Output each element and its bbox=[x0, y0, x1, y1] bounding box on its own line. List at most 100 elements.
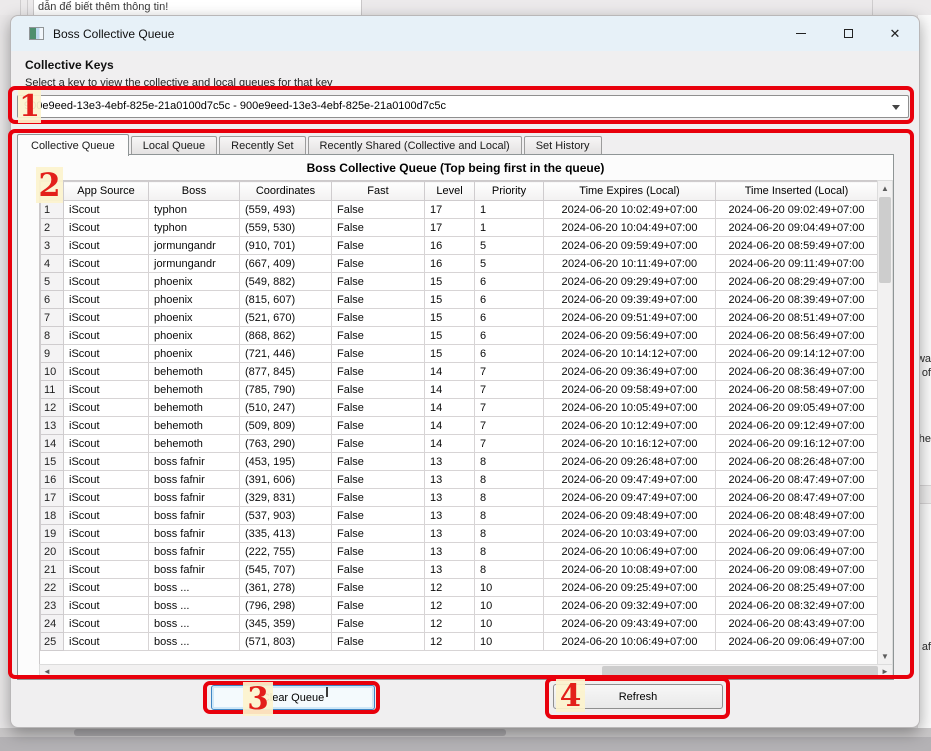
cell-row-number[interactable]: 18 bbox=[41, 507, 64, 525]
table-row[interactable]: 14iScoutbehemoth(763, 290)False1472024-0… bbox=[41, 435, 878, 453]
refresh-button[interactable]: Refresh bbox=[553, 684, 723, 709]
table-row[interactable]: 11iScoutbehemoth(785, 790)False1472024-0… bbox=[41, 381, 878, 399]
cell-time-inserted: 2024-06-20 09:02:49+07:00 bbox=[716, 201, 878, 219]
cell-row-number[interactable]: 12 bbox=[41, 399, 64, 417]
table-row[interactable]: 25iScoutboss ...(571, 803)False12102024-… bbox=[41, 633, 878, 651]
table-row[interactable]: 1iScouttyphon(559, 493)False1712024-06-2… bbox=[41, 201, 878, 219]
cell-boss: boss fafnir bbox=[149, 489, 240, 507]
maximize-button[interactable] bbox=[838, 24, 858, 44]
cell-boss: behemoth bbox=[149, 399, 240, 417]
scroll-right-icon[interactable]: ► bbox=[878, 665, 892, 678]
cell-row-number[interactable]: 2 bbox=[41, 219, 64, 237]
column-header-time-inserted[interactable]: Time Inserted (Local) bbox=[716, 182, 878, 201]
cell-row-number[interactable]: 17 bbox=[41, 489, 64, 507]
cell-row-number[interactable]: 5 bbox=[41, 273, 64, 291]
cell-row-number[interactable]: 11 bbox=[41, 381, 64, 399]
tab-recently-shared-collective-and-local[interactable]: Recently Shared (Collective and Local) bbox=[308, 136, 522, 155]
table-row[interactable]: 10iScoutbehemoth(877, 845)False1472024-0… bbox=[41, 363, 878, 381]
cell-row-number[interactable]: 24 bbox=[41, 615, 64, 633]
cell-row-number[interactable]: 16 bbox=[41, 471, 64, 489]
table-row[interactable]: 12iScoutbehemoth(510, 247)False1472024-0… bbox=[41, 399, 878, 417]
cell-row-number[interactable]: 25 bbox=[41, 633, 64, 651]
cell-time-expires: 2024-06-20 09:29:49+07:00 bbox=[544, 273, 716, 291]
clear-queue-button[interactable]: Clear Queue bbox=[211, 685, 375, 710]
cell-fast: False bbox=[332, 453, 425, 471]
scroll-down-icon[interactable]: ▼ bbox=[878, 649, 892, 664]
titlebar[interactable]: Boss Collective Queue ✕ bbox=[11, 16, 919, 51]
cell-time-inserted: 2024-06-20 08:47:49+07:00 bbox=[716, 471, 878, 489]
table-row[interactable]: 2iScouttyphon(559, 530)False1712024-06-2… bbox=[41, 219, 878, 237]
table-row[interactable]: 22iScoutboss ...(361, 278)False12102024-… bbox=[41, 579, 878, 597]
column-header-time-expires[interactable]: Time Expires (Local) bbox=[544, 182, 716, 201]
table-row[interactable]: 4iScoutjormungandr(667, 409)False1652024… bbox=[41, 255, 878, 273]
column-header-priority[interactable]: Priority bbox=[475, 182, 544, 201]
cell-row-number[interactable]: 21 bbox=[41, 561, 64, 579]
table-row[interactable]: 8iScoutphoenix(868, 862)False1562024-06-… bbox=[41, 327, 878, 345]
cell-row-number[interactable]: 6 bbox=[41, 291, 64, 309]
table-row[interactable]: 7iScoutphoenix(521, 670)False1562024-06-… bbox=[41, 309, 878, 327]
column-header-fast[interactable]: Fast bbox=[332, 182, 425, 201]
cell-row-number[interactable]: 23 bbox=[41, 597, 64, 615]
cell-row-number[interactable]: 3 bbox=[41, 237, 64, 255]
tab-local-queue[interactable]: Local Queue bbox=[131, 136, 217, 155]
cell-time-inserted: 2024-06-20 09:12:49+07:00 bbox=[716, 417, 878, 435]
scroll-left-icon[interactable]: ◄ bbox=[40, 665, 54, 678]
cell-row-number[interactable]: 4 bbox=[41, 255, 64, 273]
table-row[interactable]: 13iScoutbehemoth(509, 809)False1472024-0… bbox=[41, 417, 878, 435]
cell-priority: 10 bbox=[475, 633, 544, 651]
column-header-boss[interactable]: Boss bbox=[149, 182, 240, 201]
column-header-coordinates[interactable]: Coordinates bbox=[240, 182, 332, 201]
cell-row-number[interactable]: 9 bbox=[41, 345, 64, 363]
maximize-icon bbox=[844, 29, 853, 38]
table-row[interactable]: 15iScoutboss fafnir(453, 195)False138202… bbox=[41, 453, 878, 471]
table-row[interactable]: 18iScoutboss fafnir(537, 903)False138202… bbox=[41, 507, 878, 525]
horizontal-scrollbar-thumb[interactable] bbox=[602, 666, 878, 677]
table-row[interactable]: 16iScoutboss fafnir(391, 606)False138202… bbox=[41, 471, 878, 489]
table-row[interactable]: 3iScoutjormungandr(910, 701)False1652024… bbox=[41, 237, 878, 255]
table-row[interactable]: 17iScoutboss fafnir(329, 831)False138202… bbox=[41, 489, 878, 507]
table-row[interactable]: 9iScoutphoenix(721, 446)False1562024-06-… bbox=[41, 345, 878, 363]
collective-key-dropdown[interactable]: 900e9eed-13e3-4ebf-825e-21a0100d7c5c - 9… bbox=[17, 95, 909, 118]
tab-collective-queue[interactable]: Collective Queue bbox=[17, 134, 129, 156]
table-row[interactable]: 5iScoutphoenix(549, 882)False1562024-06-… bbox=[41, 273, 878, 291]
cell-coordinates: (391, 606) bbox=[240, 471, 332, 489]
table-row[interactable]: 6iScoutphoenix(815, 607)False1562024-06-… bbox=[41, 291, 878, 309]
table-row[interactable]: 23iScoutboss ...(796, 298)False12102024-… bbox=[41, 597, 878, 615]
cell-row-number[interactable]: 22 bbox=[41, 579, 64, 597]
cell-priority: 6 bbox=[475, 273, 544, 291]
column-header-app-source[interactable]: App Source bbox=[64, 182, 149, 201]
table-row[interactable]: 20iScoutboss fafnir(222, 755)False138202… bbox=[41, 543, 878, 561]
tab-set-history[interactable]: Set History bbox=[524, 136, 602, 155]
scroll-up-icon[interactable]: ▲ bbox=[878, 181, 892, 196]
cell-level: 15 bbox=[425, 291, 475, 309]
cell-row-number[interactable]: 1 bbox=[41, 201, 64, 219]
cell-row-number[interactable]: 7 bbox=[41, 309, 64, 327]
vertical-scrollbar-thumb[interactable] bbox=[879, 197, 891, 283]
background-divider bbox=[20, 0, 21, 15]
cell-coordinates: (571, 803) bbox=[240, 633, 332, 651]
cell-fast: False bbox=[332, 309, 425, 327]
cell-row-number[interactable]: 10 bbox=[41, 363, 64, 381]
table-row[interactable]: 19iScoutboss fafnir(335, 413)False138202… bbox=[41, 525, 878, 543]
cell-time-expires: 2024-06-20 09:47:49+07:00 bbox=[544, 471, 716, 489]
column-header-level[interactable]: Level bbox=[425, 182, 475, 201]
tab-recently-set[interactable]: Recently Set bbox=[219, 136, 305, 155]
collective-queue-tab-panel: Boss Collective Queue (Top being first i… bbox=[17, 154, 894, 680]
minimize-button[interactable] bbox=[791, 24, 811, 44]
cell-row-number[interactable]: 19 bbox=[41, 525, 64, 543]
corner-header-cell[interactable] bbox=[41, 182, 64, 201]
cell-row-number[interactable]: 13 bbox=[41, 417, 64, 435]
cell-fast: False bbox=[332, 363, 425, 381]
table-row[interactable]: 21iScoutboss fafnir(545, 707)False138202… bbox=[41, 561, 878, 579]
cell-row-number[interactable]: 15 bbox=[41, 453, 64, 471]
cell-time-expires: 2024-06-20 09:47:49+07:00 bbox=[544, 489, 716, 507]
table-row[interactable]: 24iScoutboss ...(345, 359)False12102024-… bbox=[41, 615, 878, 633]
vertical-scrollbar[interactable]: ▲ ▼ bbox=[877, 180, 893, 665]
cell-row-number[interactable]: 20 bbox=[41, 543, 64, 561]
cell-row-number[interactable]: 14 bbox=[41, 435, 64, 453]
background-scrollbar-thumb[interactable] bbox=[74, 729, 506, 736]
close-button[interactable]: ✕ bbox=[885, 24, 905, 44]
horizontal-scrollbar[interactable]: ◄ ► bbox=[39, 664, 893, 679]
cell-coordinates: (877, 845) bbox=[240, 363, 332, 381]
cell-row-number[interactable]: 8 bbox=[41, 327, 64, 345]
